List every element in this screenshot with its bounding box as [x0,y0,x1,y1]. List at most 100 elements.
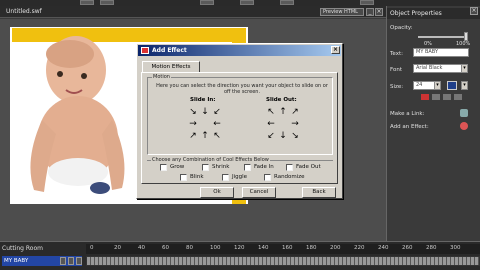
font-label: Font [390,67,402,73]
ruler-tick-label: 260 [402,245,413,251]
grow-label: Grow [170,164,185,170]
close-icon[interactable]: × [470,7,478,15]
document-titlebar: Untitled.swf Preview HTML _ × [0,6,386,18]
chevron-down-icon[interactable]: ▾ [461,64,468,73]
toolbar-tab[interactable] [200,0,214,5]
link-icon[interactable] [460,109,468,117]
ruler-tick-label: 40 [138,245,145,251]
arrow-s-icon[interactable]: ↑ [200,132,210,141]
arrow-w-icon[interactable]: ← [266,120,276,129]
toolbar-tab[interactable] [100,0,114,5]
add-effect-label: Add an Effect: [390,124,429,130]
preview-html-button[interactable]: Preview HTML [320,8,364,16]
arrow-nw-icon[interactable]: ↖ [266,108,276,117]
toolbar-tab[interactable] [280,0,294,5]
track-visibility-icon[interactable] [60,257,66,265]
minimize-icon[interactable]: _ [366,8,374,16]
ruler-tick-label: 240 [378,245,389,251]
chevron-down-icon[interactable]: ▾ [434,81,441,90]
ruler-tick-label: 220 [354,245,365,251]
timeline-frames[interactable] [86,256,480,266]
close-icon[interactable]: × [375,8,383,16]
jiggle-label: Jiggle [232,174,248,180]
arrow-ne-icon[interactable]: ↗ [290,108,300,117]
timeline-ruler[interactable]: 0 20 40 60 80 100 120 140 160 180 200 220 240 260 280 3… [86,244,480,254]
underline-icon[interactable] [443,94,451,100]
dialog-title: Add Effect [152,47,187,54]
ruler-tick-label: 300 [450,245,461,251]
arrow-sw-icon[interactable]: ↗ [188,132,198,141]
opacity-max-label: 100% [456,41,471,47]
effect-icon[interactable] [460,122,468,130]
fade-in-checkbox[interactable] [244,164,251,171]
font-select[interactable]: Arial Black [413,64,463,73]
arrow-n-icon[interactable]: ↑ [278,108,288,117]
grow-checkbox[interactable] [160,164,167,171]
ruler-tick-label: 0 [90,245,94,251]
italic-icon[interactable] [432,94,440,100]
motion-instructions: Here you can select the direction you wa… [156,83,328,95]
dialog-titlebar: Add Effect [138,45,341,56]
track-lock-icon[interactable] [68,257,74,265]
ruler-tick-label: 20 [114,245,121,251]
back-button[interactable]: Back [302,187,336,198]
toolbar-tab[interactable] [360,0,374,5]
toolbar-tab[interactable] [80,0,94,5]
arrow-nw-icon[interactable]: ↘ [188,108,198,117]
ruler-tick-label: 180 [306,245,317,251]
opacity-slider-track[interactable] [418,36,468,38]
add-effect-dialog: Add Effect × Motion Effects Motion Here … [136,43,343,199]
opacity-min-label: 0% [424,41,432,47]
blink-checkbox[interactable] [180,174,187,181]
tab-motion-effects[interactable]: Motion Effects [142,61,200,72]
shrink-label: Shrink [212,164,230,170]
text-label: Text: [390,51,403,57]
align-icon[interactable] [454,94,462,100]
ruler-tick-label: 120 [234,245,245,251]
dialog-app-icon [141,47,149,54]
ruler-tick-label: 160 [282,245,293,251]
arrow-se-icon[interactable]: ↖ [212,132,222,141]
document-title: Untitled.swf [6,8,42,15]
text-field[interactable]: MY BABY [413,48,469,57]
color-swatch[interactable] [447,81,457,90]
motion-effects-panel: Motion Here you can select the direction… [141,72,338,184]
slide-in-direction-grid: ↘ ↓ ↙ → ← ↗ ↑ ↖ [188,108,222,142]
motion-group: Motion Here you can select the direction… [147,74,333,155]
properties-title: Object Properties [387,8,480,19]
timeline-title: Cutting Room [2,245,43,252]
size-select[interactable]: 24 [413,81,435,90]
arrow-se-icon[interactable]: ↘ [290,132,300,141]
cancel-button[interactable]: Cancel [242,187,276,198]
arrow-e-icon[interactable]: ← [212,120,222,129]
shrink-checkbox[interactable] [202,164,209,171]
ruler-tick-label: 60 [162,245,169,251]
fade-out-checkbox[interactable] [286,164,293,171]
ruler-tick-label: 80 [186,245,193,251]
fade-out-label: Fade Out [296,164,321,170]
randomize-checkbox[interactable] [264,174,271,181]
baby-photo[interactable] [14,30,134,200]
ruler-tick-label: 140 [258,245,269,251]
arrow-ne-icon[interactable]: ↙ [212,108,222,117]
close-icon[interactable]: × [331,46,340,54]
opacity-label: Opacity: [390,25,413,31]
arrow-sw-icon[interactable]: ↙ [266,132,276,141]
size-label: Size: [390,84,404,90]
toolbar-tab[interactable] [240,0,254,5]
arrow-n-icon[interactable]: ↓ [200,108,210,117]
opacity-slider-thumb[interactable] [464,32,468,41]
timeline-panel: Cutting Room MY BABY 0 20 40 60 80 100 120 140 1… [0,241,480,270]
chevron-down-icon[interactable]: ▾ [461,81,468,90]
track-options-icon[interactable] [76,257,82,265]
randomize-label: Randomize [274,174,305,180]
bold-icon[interactable] [421,94,429,100]
arrow-w-icon[interactable]: → [188,120,198,129]
blink-label: Blink [190,174,204,180]
jiggle-checkbox[interactable] [222,174,229,181]
make-link-label: Make a Link: [390,111,425,117]
arrow-e-icon[interactable]: → [290,120,300,129]
motion-group-label: Motion [152,74,171,80]
arrow-s-icon[interactable]: ↓ [278,132,288,141]
ok-button[interactable]: Ok [200,187,234,198]
